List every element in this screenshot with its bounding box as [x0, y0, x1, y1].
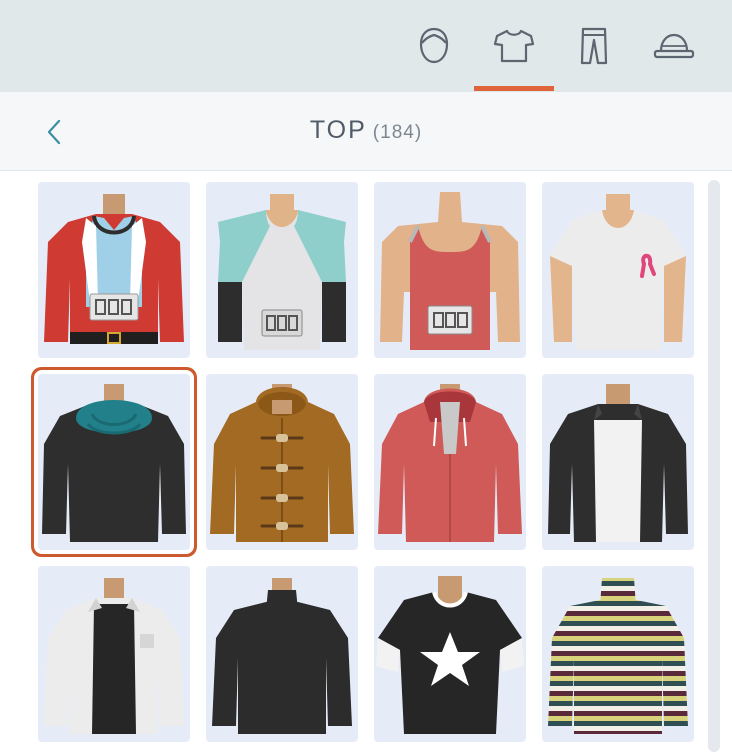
item-black-sweater-teal-scarf[interactable] [38, 374, 190, 550]
tab-hat[interactable] [634, 0, 714, 92]
tab-face[interactable] [394, 0, 474, 92]
item-white-shirt-black-tee[interactable] [38, 566, 190, 742]
active-tab-indicator [474, 86, 554, 91]
shirt-icon [493, 29, 535, 63]
item-black-turtleneck[interactable] [206, 566, 358, 742]
category-header: TOP (184) [0, 92, 732, 171]
item-black-tshirt-star[interactable] [374, 566, 526, 742]
hat-icon [653, 33, 695, 59]
tab-bottom[interactable] [554, 0, 634, 92]
item-red-jacket-race-bib[interactable] [38, 182, 190, 358]
scrollbar-track[interactable] [708, 180, 720, 752]
item-red-hoodie[interactable] [374, 374, 526, 550]
item-white-tshirt-pink-ribbon[interactable] [542, 182, 694, 358]
tab-top[interactable] [474, 0, 554, 92]
item-striped-turtleneck[interactable] [542, 566, 694, 742]
item-brown-duffle-coat[interactable] [206, 374, 358, 550]
item-grid [38, 182, 698, 752]
page-title: TOP (184) [0, 116, 732, 145]
item-red-tank-top-race-bib[interactable] [374, 182, 526, 358]
item-black-blazer-white-shirt[interactable] [542, 374, 694, 550]
category-tab-bar [0, 0, 732, 92]
pants-icon [580, 27, 608, 65]
category-title: TOP [309, 116, 367, 144]
face-icon [419, 27, 449, 64]
item-raglan-shirt-race-bib[interactable] [206, 182, 358, 358]
item-count: (184) [372, 122, 423, 143]
